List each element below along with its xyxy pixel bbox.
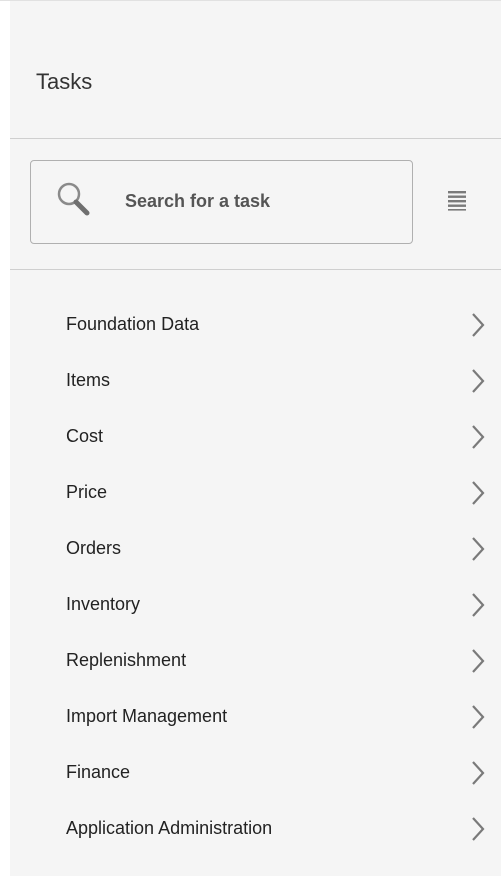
task-item-replenishment[interactable]: Replenishment xyxy=(10,637,501,693)
task-label: Price xyxy=(66,482,108,502)
chevron-right-icon xyxy=(472,481,485,505)
tasks-panel: Tasks Search for a task Foundation Data … xyxy=(0,0,501,877)
chevron-right-icon xyxy=(472,313,485,337)
page-title: Tasks xyxy=(36,69,93,94)
left-margin-strip xyxy=(0,1,10,877)
task-label: Items xyxy=(66,370,111,390)
task-label: Foundation Data xyxy=(66,314,200,334)
task-item-application-administration[interactable]: Application Administration xyxy=(10,805,501,861)
task-list: Foundation Data Items Cost Price Orders xyxy=(10,301,501,861)
chevron-right-icon xyxy=(472,537,485,561)
search-row: Search for a task xyxy=(10,139,501,270)
task-label: Finance xyxy=(66,762,131,782)
task-item-orders[interactable]: Orders xyxy=(10,525,501,581)
list-view-icon[interactable] xyxy=(446,189,468,211)
task-label: Application Administration xyxy=(66,818,273,838)
chevron-right-icon xyxy=(472,369,485,393)
task-label: Orders xyxy=(66,538,122,558)
search-placeholder: Search for a task xyxy=(125,191,271,211)
task-item-finance[interactable]: Finance xyxy=(10,749,501,805)
task-label: Import Management xyxy=(66,706,228,726)
chevron-right-icon xyxy=(472,425,485,449)
chevron-right-icon xyxy=(472,593,485,617)
task-label: Inventory xyxy=(66,594,141,614)
task-item-inventory[interactable]: Inventory xyxy=(10,581,501,637)
panel-header: Tasks xyxy=(10,1,501,139)
task-item-price[interactable]: Price xyxy=(10,469,501,525)
chevron-right-icon xyxy=(472,649,485,673)
task-label: Replenishment xyxy=(66,650,187,670)
search-icon xyxy=(57,182,90,216)
chevron-right-icon xyxy=(472,817,485,841)
task-item-items[interactable]: Items xyxy=(10,357,501,413)
task-label: Cost xyxy=(66,426,104,446)
chevron-right-icon xyxy=(472,761,485,785)
chevron-right-icon xyxy=(472,705,485,729)
task-item-cost[interactable]: Cost xyxy=(10,413,501,469)
task-item-foundation-data[interactable]: Foundation Data xyxy=(10,301,501,357)
task-item-import-management[interactable]: Import Management xyxy=(10,693,501,749)
search-input[interactable]: Search for a task xyxy=(30,160,413,244)
